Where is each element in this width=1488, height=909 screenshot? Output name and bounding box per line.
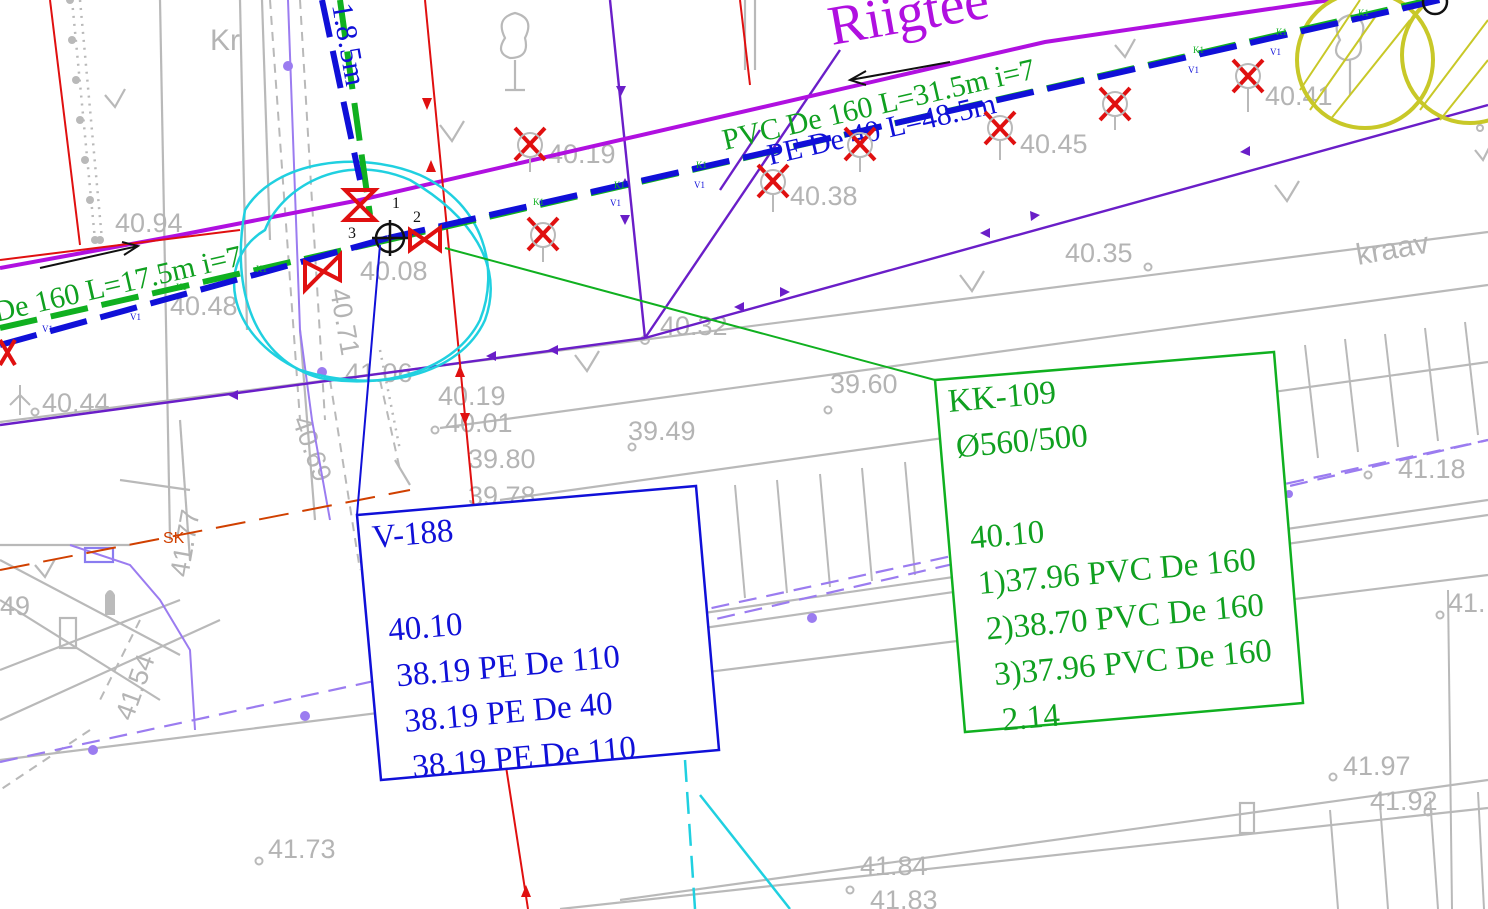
tree-icon bbox=[499, 11, 530, 92]
elevation-label: 39.49 bbox=[628, 416, 696, 446]
callout-depth: 2.14 bbox=[1001, 698, 1062, 739]
callout-id: V-188 bbox=[371, 513, 455, 556]
line-tag: K1 bbox=[533, 197, 544, 207]
callout-top-level: 40.10 bbox=[387, 607, 464, 649]
line-tag: K1 bbox=[1358, 8, 1369, 18]
line-tag: V1 bbox=[1270, 47, 1281, 57]
line-tag: V1 bbox=[42, 324, 53, 334]
map-label-kr: Kr bbox=[210, 24, 240, 57]
node-number: 3 bbox=[348, 225, 356, 242]
street-boundary bbox=[0, 0, 1331, 270]
elevation-label: 40.19 bbox=[438, 381, 506, 411]
line-tag: V1 bbox=[694, 180, 705, 190]
elevation-label: 41.84 bbox=[860, 851, 928, 881]
pipe-label-vertical: 1.8.5m bbox=[325, 0, 372, 88]
elevation-label: 41.92 bbox=[1370, 786, 1438, 816]
leader-line-kk109 bbox=[444, 247, 936, 381]
line-tag: K1 bbox=[614, 180, 625, 190]
map-label-kraav: kraav bbox=[1353, 227, 1431, 272]
elevation-label: 39.80 bbox=[468, 444, 536, 474]
line-tag: K1 bbox=[1193, 45, 1204, 55]
elevation-label: 40.41 bbox=[1265, 81, 1333, 111]
elevation-label: 40.44 bbox=[42, 388, 110, 418]
elevation-label: 40.01 bbox=[445, 408, 513, 438]
node-number: 2 bbox=[413, 209, 421, 226]
elevation-label: 41. bbox=[1448, 588, 1486, 618]
line-tag: K1 bbox=[1276, 27, 1287, 37]
elevation-label: 39.60 bbox=[830, 369, 898, 399]
street-name-label: Riigtee bbox=[823, 0, 993, 58]
sk-line bbox=[0, 489, 411, 571]
line-tag: K1 bbox=[696, 160, 707, 170]
elevation-label: 41.73 bbox=[268, 834, 336, 864]
line-tag: V1 bbox=[610, 198, 621, 208]
elevation-label: 40.38 bbox=[790, 181, 858, 211]
line-tag: V1 bbox=[1188, 65, 1199, 75]
elevation-label: 40.35 bbox=[1065, 238, 1133, 268]
elevation-label: 41.54 bbox=[109, 650, 160, 724]
site-plan-map: 40.94 40.19 40.38 40.45 40.41 40.35 40.4… bbox=[0, 0, 1488, 909]
line-tag: V1 bbox=[130, 312, 141, 322]
manhole-node-icon bbox=[372, 220, 408, 256]
line-tag: K1 bbox=[256, 264, 267, 274]
node-number: 1 bbox=[392, 195, 400, 212]
map-label-sk: SK bbox=[163, 530, 185, 547]
elevation-label: 40.08 bbox=[360, 256, 428, 286]
elevation-label: 41.83 bbox=[870, 885, 938, 909]
elevation-label: 40.94 bbox=[115, 208, 183, 238]
elevation-label: 49 bbox=[0, 591, 30, 621]
elevation-label: 40.71 bbox=[324, 286, 365, 358]
elevation-label: 40.45 bbox=[1020, 129, 1088, 159]
callout-kk109: KK-109 Ø560/500 40.10 1)37.96 PVC De 160… bbox=[933, 350, 1305, 739]
callout-top-level: 40.10 bbox=[969, 514, 1046, 556]
callout-v188: V-188 40.10 38.19 PE De 110 38.19 PE De … bbox=[355, 484, 721, 785]
elevation-label: 41.97 bbox=[1343, 751, 1411, 781]
